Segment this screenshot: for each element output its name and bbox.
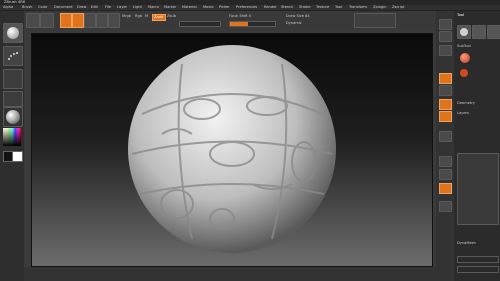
subtool-red-icon[interactable] xyxy=(460,53,470,63)
color-picker[interactable] xyxy=(3,128,21,146)
sculpted-sphere xyxy=(128,45,336,253)
menu-document[interactable]: Document xyxy=(54,5,73,10)
menu-preferences[interactable]: Preferences xyxy=(236,5,257,10)
move-button[interactable] xyxy=(84,13,96,28)
geometry-label[interactable]: Geometry xyxy=(457,101,475,105)
mrgb-button[interactable]: Mrgb xyxy=(122,14,131,18)
menu-render[interactable]: Render xyxy=(264,5,277,10)
dynamic-button[interactable]: Dynamic xyxy=(286,21,302,25)
draw-size-fill xyxy=(230,22,248,26)
persp-button[interactable] xyxy=(439,99,452,110)
tool-palette: Tool SubTool Geometry Layers DynaMesh xyxy=(454,11,500,281)
menu-picker[interactable]: Picker xyxy=(219,5,230,10)
menu-movie[interactable]: Movie xyxy=(203,5,214,10)
draw-size-label: Draw Size 64 xyxy=(286,14,310,18)
floor-button[interactable] xyxy=(439,111,452,122)
menu-brush[interactable]: Brush xyxy=(22,5,32,10)
subtool-list[interactable] xyxy=(457,153,499,225)
dynamesh-label[interactable]: DynaMesh xyxy=(457,241,476,245)
menu-stroke[interactable]: Stroke xyxy=(299,5,310,10)
tool-thumbnail[interactable] xyxy=(457,25,471,39)
focal-shift-label: Focal Shift 0 xyxy=(229,14,252,18)
rotate-button[interactable] xyxy=(108,13,120,28)
tool-sphere-icon xyxy=(460,28,468,36)
zadd-button[interactable]: Zadd xyxy=(152,14,166,21)
top-toolbar: Mrgb Rgb M Zadd Zsub Focal Shift 0 Draw … xyxy=(24,11,436,29)
tool-thumbnail-3[interactable] xyxy=(487,25,500,39)
menu-zplugin[interactable]: Zplugin xyxy=(373,5,387,10)
brush-sphere-icon xyxy=(7,27,19,39)
draw-size-slider[interactable] xyxy=(229,21,276,27)
alpha-thumbnail[interactable] xyxy=(3,69,23,89)
menu-alpha[interactable]: Alpha xyxy=(3,5,13,10)
menu-light[interactable]: Light xyxy=(133,5,142,10)
subtool-label[interactable]: SubTool xyxy=(457,44,471,48)
material-thumbnail[interactable] xyxy=(3,107,23,127)
spix-button[interactable] xyxy=(439,31,452,42)
stroke-thumbnail[interactable] xyxy=(3,46,23,66)
brush-thumbnail[interactable] xyxy=(3,23,23,43)
menu-texture[interactable]: Texture xyxy=(316,5,329,10)
secondary-color-swatch[interactable] xyxy=(12,151,23,162)
menu-zscript[interactable]: Zscript xyxy=(392,5,404,10)
local-button[interactable] xyxy=(439,131,452,142)
menu-edit[interactable]: Edit xyxy=(91,5,98,10)
focal-shift-slider[interactable] xyxy=(179,21,221,27)
tool-thumbnail-2[interactable] xyxy=(472,25,486,39)
left-shelf xyxy=(0,11,24,281)
material-sphere-icon xyxy=(6,110,20,124)
draw-button[interactable] xyxy=(72,13,84,28)
menu-layer[interactable]: Layer xyxy=(117,5,127,10)
actual-button[interactable] xyxy=(439,85,452,96)
texture-thumbnail[interactable] xyxy=(3,91,23,107)
menu-transform[interactable]: Transform xyxy=(349,5,367,10)
zadd-label: Zadd xyxy=(154,15,164,19)
menu-file[interactable]: File xyxy=(105,5,111,10)
menu-color[interactable]: Color xyxy=(38,5,47,10)
polyf-button[interactable] xyxy=(439,183,452,194)
frame-button[interactable] xyxy=(439,156,452,167)
projection-master-button[interactable] xyxy=(26,13,40,28)
zoom-button[interactable] xyxy=(439,73,452,84)
scroll-button[interactable] xyxy=(439,45,452,56)
tool-palette-header: Tool xyxy=(457,13,464,17)
menu-marker[interactable]: Marker xyxy=(164,5,176,10)
bottom-shelf xyxy=(24,267,436,281)
layers-label[interactable]: Layers xyxy=(457,111,469,115)
blur-slider[interactable] xyxy=(457,266,499,273)
menu-stencil[interactable]: Stencil xyxy=(281,5,293,10)
menu-draw[interactable]: Draw xyxy=(77,5,86,10)
right-shelf xyxy=(436,11,454,281)
menu-macro[interactable]: Macro xyxy=(148,5,159,10)
m-button[interactable]: M xyxy=(145,14,148,18)
zsub-button[interactable]: Zsub xyxy=(167,14,176,18)
poly-info-panel xyxy=(354,13,396,28)
bpr-button[interactable] xyxy=(439,19,452,30)
subtool-orange-icon[interactable] xyxy=(460,69,468,77)
transp-button[interactable] xyxy=(439,201,452,212)
resolution-slider[interactable] xyxy=(457,256,499,263)
menu-material[interactable]: Material xyxy=(182,5,197,10)
menu-tool[interactable]: Tool xyxy=(335,5,342,10)
rgb-button[interactable]: Rgb xyxy=(135,14,142,18)
stroke-dots-icon xyxy=(8,52,18,60)
edit-button[interactable] xyxy=(60,13,72,28)
lightbox-button[interactable] xyxy=(40,13,54,28)
viewport-canvas[interactable] xyxy=(31,33,433,267)
move-view-button[interactable] xyxy=(439,169,452,180)
scale-button[interactable] xyxy=(96,13,108,28)
